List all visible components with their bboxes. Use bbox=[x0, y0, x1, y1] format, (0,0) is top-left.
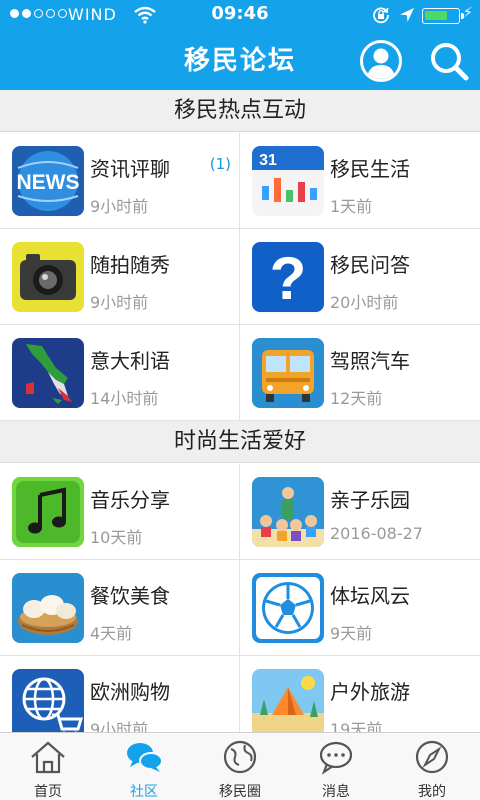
forum-item-photo[interactable]: 随拍随秀 9小时前 bbox=[0, 229, 240, 325]
forum-item-time: 12天前 bbox=[330, 389, 383, 408]
forum-item-name: 资讯评聊 bbox=[90, 157, 170, 181]
tab-label: 社区 bbox=[130, 784, 158, 800]
svg-text:31: 31 bbox=[259, 152, 277, 169]
forum-item-driving[interactable]: 驾照汽车 12天前 bbox=[240, 325, 480, 421]
tab-label: 我的 bbox=[418, 784, 446, 800]
search-icon bbox=[431, 43, 469, 81]
tab-immigrant-circle[interactable]: 移民圈 bbox=[192, 733, 288, 800]
app-screen: WIND 09:46 ⚡ 移民论坛 移民热点互动 NEWS 资讯评聊 (1) 9… bbox=[0, 0, 480, 800]
battery-icon bbox=[422, 8, 464, 24]
forum-item-name: 意大利语 bbox=[90, 349, 170, 373]
forum-item-name: 驾照汽车 bbox=[330, 349, 410, 373]
status-bar: WIND 09:46 ⚡ bbox=[0, 0, 480, 30]
forum-item-name: 餐饮美食 bbox=[90, 584, 170, 608]
forum-item-name: 亲子乐园 bbox=[330, 488, 410, 512]
location-arrow-icon bbox=[400, 8, 414, 22]
section-header-hot-topics: 移民热点互动 bbox=[0, 90, 480, 132]
chat-bubbles-icon bbox=[127, 743, 163, 772]
forum-item-time: 9天前 bbox=[330, 624, 373, 643]
globe-icon bbox=[223, 740, 257, 774]
kids-icon bbox=[252, 477, 324, 547]
forum-item-time: 9小时前 bbox=[90, 197, 149, 216]
forum-item-time: 1天前 bbox=[330, 197, 373, 216]
camera-icon bbox=[12, 242, 84, 312]
forum-item-time: 9小时前 bbox=[90, 293, 149, 312]
forum-item-time: 4天前 bbox=[90, 624, 133, 643]
message-icon bbox=[319, 741, 353, 775]
tab-mine[interactable]: 我的 bbox=[384, 733, 480, 800]
calendar-icon: 31 bbox=[252, 146, 324, 216]
forum-item-name: 欧洲购物 bbox=[90, 680, 170, 704]
home-icon bbox=[31, 741, 65, 774]
forum-item-name: 移民生活 bbox=[330, 157, 410, 181]
charging-icon: ⚡ bbox=[463, 5, 473, 21]
forum-item-name: 随拍随秀 bbox=[90, 253, 170, 277]
page-title: 移民论坛 bbox=[183, 46, 296, 76]
forum-item-name: 移民问答 bbox=[330, 253, 410, 277]
compass-icon bbox=[415, 740, 449, 774]
forum-item-qa[interactable]: ? 移民问答 20小时前 bbox=[240, 229, 480, 325]
tab-label: 消息 bbox=[322, 784, 350, 800]
search-button[interactable] bbox=[428, 40, 470, 82]
question-icon: ? bbox=[252, 242, 324, 312]
bus-icon bbox=[252, 338, 324, 408]
camping-icon bbox=[252, 669, 324, 739]
forum-item-name: 音乐分享 bbox=[90, 488, 170, 512]
forum-item-food[interactable]: 餐饮美食 4天前 bbox=[0, 560, 240, 656]
italy-map-icon bbox=[12, 338, 84, 408]
forum-item-time: 20小时前 bbox=[330, 293, 399, 312]
tab-home[interactable]: 首页 bbox=[0, 733, 96, 800]
tab-label: 移民圈 bbox=[219, 784, 261, 800]
forum-item-italian[interactable]: 意大利语 14小时前 bbox=[0, 325, 240, 421]
forum-item-news[interactable]: NEWS 资讯评聊 (1) 9小时前 bbox=[0, 133, 240, 229]
svg-text:?: ? bbox=[270, 245, 307, 312]
dumpling-icon bbox=[12, 573, 84, 643]
unread-count: (1) bbox=[209, 155, 231, 173]
forum-item-kids[interactable]: 亲子乐园 2016-08-27 bbox=[240, 464, 480, 560]
user-profile-button[interactable] bbox=[360, 40, 402, 82]
news-icon: NEWS bbox=[12, 146, 84, 216]
forum-item-name: 体坛风云 bbox=[330, 584, 410, 608]
user-icon bbox=[367, 48, 395, 79]
forum-item-name: 户外旅游 bbox=[330, 680, 410, 704]
section-header-lifestyle: 时尚生活爱好 bbox=[0, 421, 480, 463]
forum-item-music[interactable]: 音乐分享 10天前 bbox=[0, 464, 240, 560]
tab-community[interactable]: 社区 bbox=[96, 733, 192, 800]
forum-item-time: 10天前 bbox=[90, 528, 143, 547]
forum-item-time: 14小时前 bbox=[90, 389, 159, 408]
rotation-lock-icon bbox=[373, 7, 389, 24]
forum-item-life[interactable]: 31 移民生活 1天前 bbox=[240, 133, 480, 229]
shopping-cart-icon bbox=[12, 669, 84, 739]
forum-item-sports[interactable]: 体坛风云 9天前 bbox=[240, 560, 480, 656]
forum-item-time: 2016-08-27 bbox=[330, 524, 423, 543]
music-icon bbox=[12, 477, 84, 547]
tab-label: 首页 bbox=[34, 784, 62, 800]
tab-messages[interactable]: 消息 bbox=[288, 733, 384, 800]
top-bar: WIND 09:46 ⚡ 移民论坛 bbox=[0, 0, 480, 90]
soccer-icon bbox=[252, 573, 324, 643]
bottom-tab-bar: 首页 社区 移民圈 消息 我的 bbox=[0, 732, 480, 800]
svg-text:NEWS: NEWS bbox=[17, 171, 80, 194]
